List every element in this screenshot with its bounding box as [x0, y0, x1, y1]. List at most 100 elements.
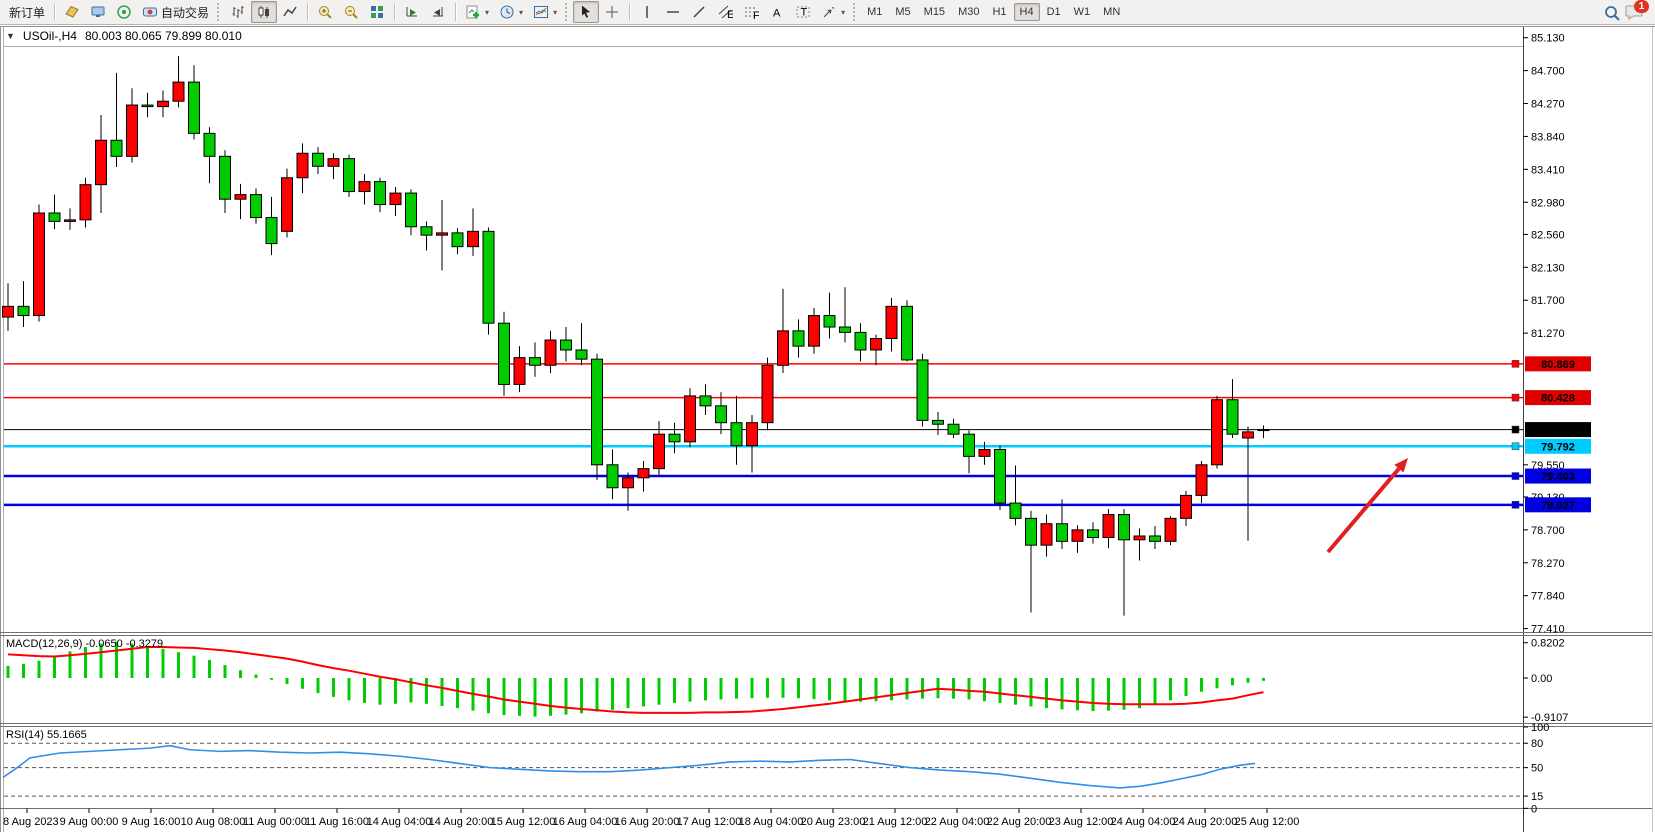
candle-down: [669, 434, 680, 442]
templates-button[interactable]: ▾: [528, 1, 562, 23]
candlestick-series[interactable]: [3, 56, 1270, 616]
timeframe-M15[interactable]: M15: [918, 3, 951, 21]
new-order-label: 新订单: [9, 4, 45, 21]
chart-shift-button[interactable]: [425, 1, 451, 23]
ticket-icon: [64, 4, 80, 20]
new-order-button[interactable]: 新订单: [4, 1, 50, 23]
toolbar-separator: [455, 3, 456, 21]
auto-trading-button[interactable]: 自动交易: [137, 1, 214, 23]
candle-up: [173, 82, 184, 101]
line-chart-icon: [282, 4, 298, 20]
candle-up: [437, 233, 448, 235]
fibonacci-button[interactable]: F: [738, 1, 764, 23]
macd-panel[interactable]: MACD(12,26,9) -0.0650 -0.32790.82020.00-…: [6, 638, 1568, 724]
candle-up: [762, 365, 773, 422]
macd-label: MACD(12,26,9) -0.0650 -0.3279: [6, 638, 163, 650]
horizontal-line-button[interactable]: [660, 1, 686, 23]
auto-scroll-button[interactable]: [399, 1, 425, 23]
line-chart-button[interactable]: [277, 1, 303, 23]
candle-down: [18, 306, 29, 315]
price-badge-label: 79.792: [1541, 441, 1575, 453]
chart-canvas[interactable]: 85.13084.70084.27083.84083.41082.98082.5…: [0, 26, 1655, 832]
vertical-line-icon: [639, 4, 655, 20]
crosshair-button[interactable]: [599, 1, 625, 23]
price-tick-label: 82.130: [1531, 262, 1565, 274]
candle-up: [1181, 495, 1192, 518]
rsi-axis-label: 0: [1531, 803, 1537, 815]
candle-down: [530, 358, 541, 366]
price-badges: 80.86980.42880.01079.79279.40379.027: [1525, 356, 1591, 512]
signals-button[interactable]: [111, 1, 137, 23]
candle-down: [592, 359, 603, 465]
candle-up: [886, 306, 897, 338]
indicators-button[interactable]: ▾: [460, 1, 494, 23]
notifications-button[interactable]: 1: [1625, 3, 1645, 21]
arrow-objects-icon: [821, 4, 837, 20]
svg-text:T: T: [801, 7, 808, 19]
time-tick-label: 9 Aug 00:00: [60, 816, 119, 828]
time-axis[interactable]: 8 Aug 20239 Aug 00:009 Aug 16:0010 Aug 0…: [3, 809, 1299, 829]
candle-up: [359, 182, 370, 192]
toolbar-grip: [217, 3, 222, 21]
arrows-button[interactable]: ▾: [816, 1, 850, 23]
time-tick-label: 16 Aug 04:00: [553, 816, 618, 828]
timeframe-MN[interactable]: MN: [1097, 3, 1126, 21]
hline-handle: [1512, 473, 1519, 480]
toolbar-separator: [629, 3, 630, 21]
zoom-out-button[interactable]: [338, 1, 364, 23]
channel-icon: E: [717, 4, 733, 20]
timeframe-H1[interactable]: H1: [986, 3, 1012, 21]
hline-handle: [1512, 443, 1519, 450]
community-button[interactable]: [85, 1, 111, 23]
svg-text:F: F: [753, 10, 759, 20]
timeframe-W1[interactable]: W1: [1068, 3, 1097, 21]
timeframe-D1[interactable]: D1: [1041, 3, 1067, 21]
toolbar-separator: [54, 3, 55, 21]
tile-windows-button[interactable]: [364, 1, 390, 23]
timeframe-menu-button[interactable]: ▾: [494, 1, 528, 23]
ticket-button[interactable]: [59, 1, 85, 23]
text-button[interactable]: A: [764, 1, 790, 23]
timeframe-toolbar: M1M5M15M30H1H4D1W1MN: [861, 3, 1126, 21]
time-tick-label: 20 Aug 23:00: [801, 816, 866, 828]
candle-up: [1196, 465, 1207, 496]
timeframe-M30[interactable]: M30: [952, 3, 985, 21]
hline-handle: [1512, 501, 1519, 508]
price-badge-label: 80.428: [1541, 393, 1575, 405]
candle-up: [468, 231, 479, 246]
candlestick-chart-button[interactable]: [251, 1, 277, 23]
text-label-button[interactable]: T: [790, 1, 816, 23]
rsi-panel[interactable]: RSI(14) 55.16651008050150: [3, 722, 1549, 815]
hline-handle: [1512, 394, 1519, 401]
price-tick-label: 84.700: [1531, 66, 1565, 78]
price-tick-label: 82.980: [1531, 197, 1565, 209]
candle-down: [1119, 515, 1130, 540]
timeframe-H4[interactable]: H4: [1014, 3, 1040, 21]
candlestick-chart-icon: [256, 4, 272, 20]
auto-scroll-icon: [404, 4, 420, 20]
equidistant-channel-button[interactable]: E: [712, 1, 738, 23]
chart-ohlc-values: 80.003 80.065 79.899 80.010: [85, 29, 242, 43]
vertical-line-button[interactable]: [634, 1, 660, 23]
candle-down: [452, 233, 463, 247]
candle-down: [375, 182, 386, 205]
chart-header: ▼ USOil-,H4 80.003 80.065 79.899 80.010: [6, 29, 242, 43]
zoom-in-button[interactable]: [312, 1, 338, 23]
timeframe-M5[interactable]: M5: [889, 3, 916, 21]
trendline-button[interactable]: [686, 1, 712, 23]
timeframe-M1[interactable]: M1: [861, 3, 888, 21]
time-tick-label: 14 Aug 20:00: [429, 816, 494, 828]
candle-up: [235, 195, 246, 200]
cursor-button[interactable]: [573, 1, 599, 23]
chart-window[interactable]: ▼ USOil-,H4 80.003 80.065 79.899 80.010 …: [0, 26, 1655, 832]
time-tick-label: 17 Aug 12:00: [677, 816, 742, 828]
collapse-panel-icon[interactable]: ▼: [6, 31, 15, 41]
candle-up: [65, 220, 76, 222]
toolbar-separator: [394, 3, 395, 21]
candle-up: [638, 469, 649, 478]
price-tick-label: 84.270: [1531, 99, 1565, 111]
candle-down: [840, 327, 851, 332]
search-icon[interactable]: [1603, 4, 1619, 20]
candle-down: [1227, 400, 1238, 434]
bar-chart-button[interactable]: [225, 1, 251, 23]
